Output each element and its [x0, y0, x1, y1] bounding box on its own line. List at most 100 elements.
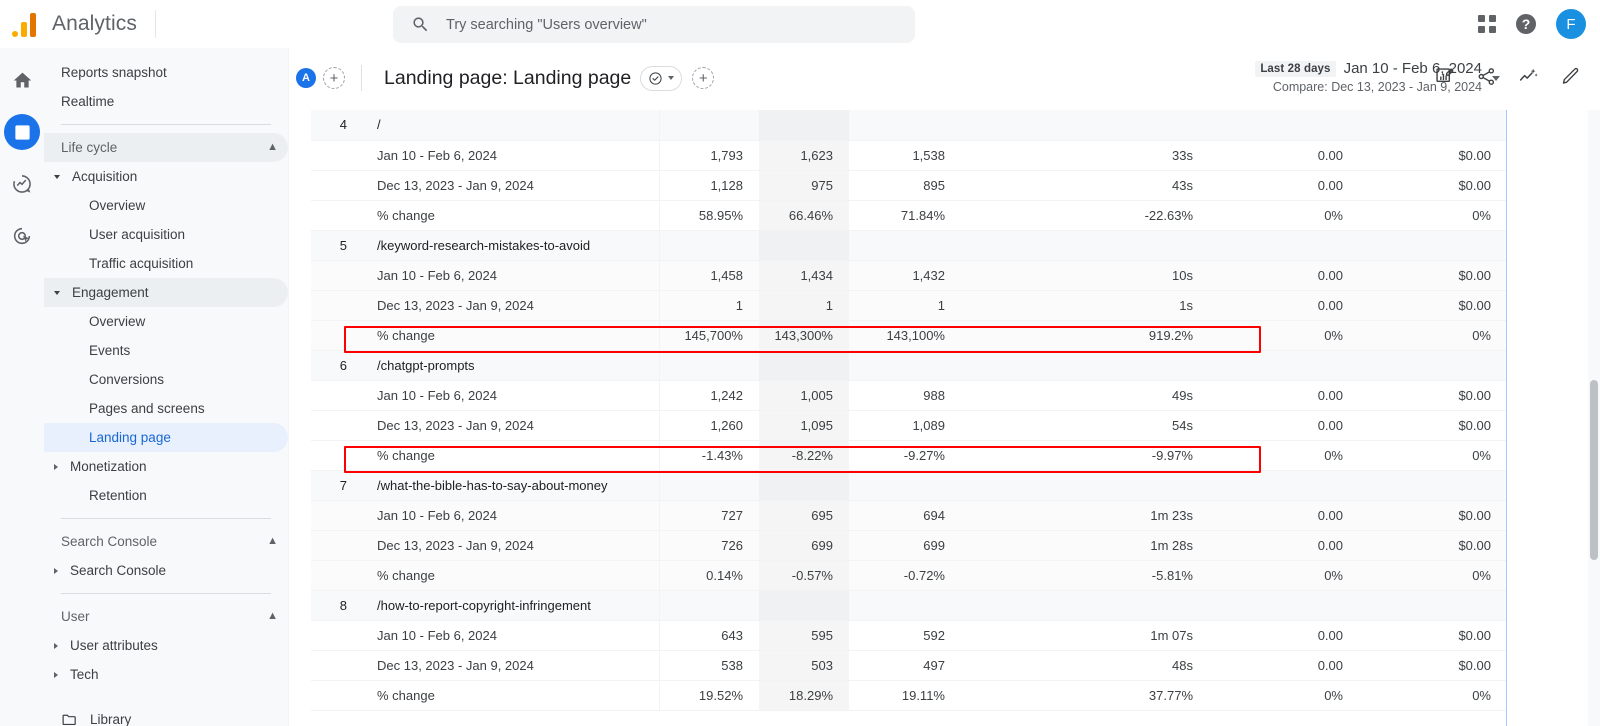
sidebar-item-label: Acquisition [72, 169, 138, 184]
row-path[interactable]: /what-the-bible-has-to-say-about-money [359, 470, 660, 501]
metric-cell: 919.2% [961, 320, 1209, 351]
table-row[interactable]: Dec 13, 2023 - Jan 9, 2024 538 503 497 48s 0.… [311, 650, 1506, 681]
metric-cell: 0% [1209, 560, 1359, 591]
row-path[interactable]: /how-to-report-copyright-infringement [359, 590, 660, 621]
table-group-row[interactable]: 6/chatgpt-prompts [311, 350, 1506, 381]
sidebar-item-label: Search Console [70, 563, 167, 578]
row-path[interactable]: /chatgpt-prompts [359, 350, 660, 381]
empty-cell [1209, 470, 1359, 501]
table-row[interactable]: % change 19.52% 18.29% 19.11% 37.77% 0% 0% [311, 680, 1506, 711]
table-row[interactable]: Jan 10 - Feb 6, 2024 1,242 1,005 988 49s 0.00… [311, 380, 1506, 411]
table-row[interactable]: Jan 10 - Feb 6, 2024 1,458 1,434 1,432 10s 0.… [311, 260, 1506, 291]
sidebar-item-conversions[interactable]: Conversions [44, 365, 288, 394]
sidebar-item-engagement-overview[interactable]: Overview [44, 307, 288, 336]
apps-grid-icon[interactable] [1478, 15, 1496, 33]
sidebar-item-search-console[interactable]: Search Console [44, 556, 288, 585]
table-group-row[interactable]: 4/ [311, 110, 1506, 141]
table-row[interactable]: % change 0.14% -0.57% -0.72% -5.81% 0% 0% [311, 560, 1506, 591]
sidebar-item-realtime[interactable]: Realtime [44, 87, 288, 116]
metric-cell: 43s [961, 170, 1209, 201]
metric-cell: 1,434 [759, 260, 849, 291]
edit-icon[interactable] [1556, 62, 1584, 90]
sidebar-item-library[interactable]: Library [44, 705, 288, 726]
sidebar-group-label: User [61, 609, 90, 624]
metric-cell: 595 [759, 620, 849, 651]
empty-cell [659, 590, 759, 621]
report-identity-selector[interactable] [640, 65, 683, 91]
add-comparison-button[interactable]: + [323, 67, 345, 89]
sidebar-item-landing-page[interactable]: Landing page [44, 423, 288, 452]
table-row[interactable]: Jan 10 - Feb 6, 2024 643 595 592 1m 07s 0.00 $… [311, 620, 1506, 651]
sidebar-divider-2 [61, 518, 271, 519]
table-group-row[interactable]: 8/how-to-report-copyright-infringement [311, 590, 1506, 621]
sidebar-item-user-attributes[interactable]: User attributes [44, 631, 288, 660]
rail-advertising-icon[interactable] [4, 218, 40, 254]
sidebar-item-user-acquisition[interactable]: User acquisition [44, 220, 288, 249]
scrollbar-thumb[interactable] [1590, 380, 1598, 560]
empty-cell [1209, 110, 1359, 141]
rail-home-icon[interactable] [4, 62, 40, 98]
metric-cell: 988 [849, 380, 961, 411]
row-period-label: % change [359, 560, 660, 591]
sidebar-item-tech[interactable]: Tech [44, 660, 288, 689]
sidebar-item-pages-and-screens[interactable]: Pages and screens [44, 394, 288, 423]
sidebar-item-reports-snapshot[interactable]: Reports snapshot [44, 58, 288, 87]
metric-cell: 592 [849, 620, 961, 651]
table-row[interactable]: % change 58.95% 66.46% 71.84% -22.63% 0% 0% [311, 200, 1506, 231]
metric-cell: 0.00 [1209, 650, 1359, 681]
row-rank: 6 [311, 350, 359, 381]
help-icon[interactable]: ? [1516, 14, 1536, 34]
empty-cell [1209, 230, 1359, 261]
sidebar-item-label: Events [89, 343, 131, 358]
metric-cell: 37.77% [961, 680, 1209, 711]
table-row[interactable]: Dec 13, 2023 - Jan 9, 2024 1,260 1,095 1,08… [311, 410, 1506, 441]
metric-cell: 1,128 [659, 170, 759, 201]
search-input[interactable]: Try searching "Users overview" [393, 6, 915, 43]
metric-cell: 0.00 [1209, 530, 1359, 561]
empty-cell [1359, 590, 1506, 621]
empty-cell [1359, 230, 1506, 261]
rail-reports-icon[interactable] [4, 114, 40, 150]
table-group-row[interactable]: 7/what-the-bible-has-to-say-about-money [311, 470, 1506, 501]
rail-explore-icon[interactable] [4, 166, 40, 202]
sidebar-group-life-cycle[interactable]: Life cycle ▲ [44, 133, 288, 162]
sidebar-item-label: Pages and screens [89, 401, 205, 416]
table-group-row[interactable]: 5/keyword-research-mistakes-to-avoid [311, 230, 1506, 261]
metric-cell: 0.00 [1209, 140, 1359, 171]
sidebar-item-acquisition-overview[interactable]: Overview [44, 191, 288, 220]
sidebar-item-monetization[interactable]: Monetization [44, 452, 288, 481]
row-path[interactable]: /keyword-research-mistakes-to-avoid [359, 230, 660, 261]
row-rank-empty [311, 260, 359, 291]
sidebar-item-retention[interactable]: Retention [44, 481, 288, 510]
sidebar-item-engagement[interactable]: Engagement [44, 278, 288, 307]
landing-page-table[interactable]: 4/Jan 10 - Feb 6, 2024 1,793 1,623 1,538 33s… [311, 110, 1507, 726]
sidebar-item-label: User acquisition [89, 227, 186, 242]
share-icon[interactable] [1472, 62, 1500, 90]
table-row[interactable]: Dec 13, 2023 - Jan 9, 2024 726 699 699 1m 28… [311, 530, 1506, 561]
sidebar-group-user[interactable]: User ▲ [44, 602, 288, 631]
sidebar-group-search-console[interactable]: Search Console ▲ [44, 527, 288, 556]
avatar[interactable]: F [1556, 9, 1586, 39]
row-period-label: Dec 13, 2023 - Jan 9, 2024 [359, 410, 660, 441]
table-row[interactable]: Dec 13, 2023 - Jan 9, 2024 1,128 975 895 43s… [311, 170, 1506, 201]
report-table: 4/Jan 10 - Feb 6, 2024 1,793 1,623 1,538 33s… [311, 110, 1506, 711]
metric-cell: -9.97% [961, 440, 1209, 471]
sidebar-item-events[interactable]: Events [44, 336, 288, 365]
audience-comparison-chip[interactable]: A [296, 68, 316, 88]
table-row[interactable]: % change -1.43% -8.22% -9.27% -9.97% 0% 0% [311, 440, 1506, 471]
insights-icon[interactable] [1514, 62, 1542, 90]
row-rank: 8 [311, 590, 359, 621]
row-path[interactable]: / [359, 110, 660, 141]
sidebar-item-traffic-acquisition[interactable]: Traffic acquisition [44, 249, 288, 278]
empty-cell [1359, 110, 1506, 141]
caret-right-icon [54, 463, 58, 470]
table-row[interactable]: Dec 13, 2023 - Jan 9, 2024 1 1 1 1s 0.00 $0.00 [311, 290, 1506, 321]
table-row[interactable]: Jan 10 - Feb 6, 2024 1,793 1,623 1,538 33s 0.… [311, 140, 1506, 171]
table-row[interactable]: Jan 10 - Feb 6, 2024 727 695 694 1m 23s 0.00 $… [311, 500, 1506, 531]
sidebar-item-acquisition[interactable]: Acquisition [44, 162, 288, 191]
customize-report-icon[interactable] [1430, 62, 1458, 90]
add-report-button[interactable]: + [692, 67, 715, 89]
table-row[interactable]: % change 145,700% 143,300% 143,100% 919.2% 0%… [311, 320, 1506, 351]
metric-cell: 1,260 [659, 410, 759, 441]
metric-cell: 0.00 [1209, 290, 1359, 321]
